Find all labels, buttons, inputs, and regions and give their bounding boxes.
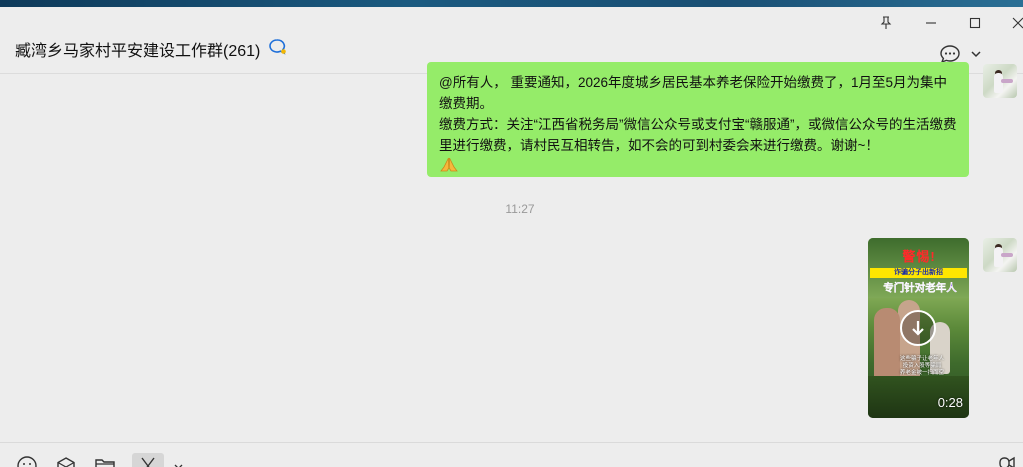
maximize-icon[interactable]	[965, 13, 985, 33]
header-actions	[939, 44, 981, 64]
voice-call-icon[interactable]	[997, 453, 1017, 467]
video-band-text: 诈骗分子出新招	[870, 268, 967, 278]
avatar[interactable]	[983, 64, 1017, 98]
group-chat-badge-icon	[268, 38, 288, 61]
message-line: 缴费方式：关注“江西省税务局”微信公众号或支付宝“赣服通”，或微信公众号的生活缴…	[439, 117, 957, 153]
play-icon[interactable]	[900, 310, 936, 346]
avatar[interactable]	[983, 238, 1017, 272]
screenshot-options-chevron-icon[interactable]	[166, 454, 190, 467]
text-message-bubble[interactable]: @所有人， 重要通知，2026年度城乡居民基本养老保险开始缴费了，1月至5月为集…	[427, 62, 969, 177]
emoji-icon[interactable]	[15, 454, 39, 467]
chevron-down-icon[interactable]	[971, 45, 981, 63]
minimize-icon[interactable]	[921, 13, 941, 33]
input-toolbar	[15, 453, 190, 467]
timestamp: 11:27	[505, 202, 535, 216]
video-duration: 0:28	[937, 395, 963, 410]
folder-icon[interactable]	[93, 454, 117, 467]
chat-title: 臧湾乡马家村平安建设工作群(261)	[15, 37, 288, 61]
video-caption: 这些骗子让老年人 投资入股等骗局 养老金被一扫而空	[899, 356, 944, 376]
chat-title-text: 臧湾乡马家村平安建设工作群(261)	[15, 43, 261, 60]
chat-bubble-icon[interactable]	[939, 44, 961, 64]
title-bar-strip	[0, 0, 1023, 7]
message-line: @所有人， 重要通知，2026年度城乡居民基本养老保险开始缴费了，1月至5月为集…	[439, 75, 948, 111]
folded-hands-emoji-icon	[439, 156, 459, 180]
scissors-icon[interactable]	[132, 453, 164, 467]
video-headline: 警惕!	[902, 249, 936, 264]
close-icon[interactable]	[1008, 13, 1023, 33]
video-subtitle: 专门针对老年人	[883, 282, 957, 294]
favorites-icon[interactable]	[54, 454, 78, 467]
pin-icon[interactable]	[876, 13, 896, 33]
video-message[interactable]: 警惕! 诈骗分子出新招 专门针对老年人 这些骗子让老年人 投资入股等骗局 养老金…	[868, 238, 969, 418]
input-divider	[0, 442, 1023, 443]
